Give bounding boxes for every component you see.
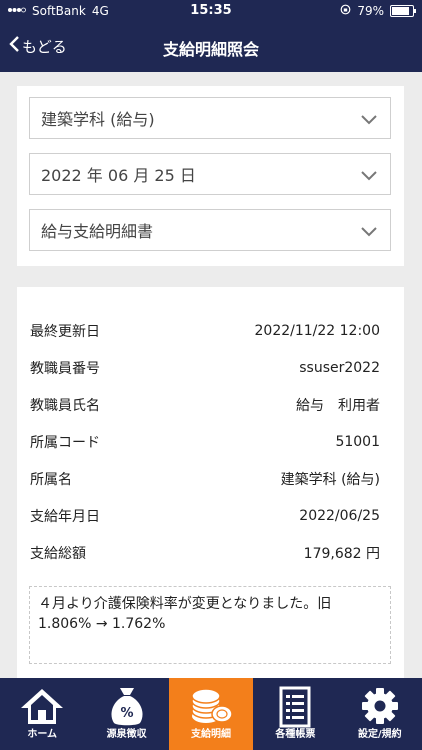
tab-bar: ホーム % 源泉徴収 支給明細 各種帳票 設定/規約 (0, 678, 422, 750)
detail-row: 教職員氏名 給与 利用者 (30, 393, 380, 417)
rotation-lock-icon (340, 4, 351, 18)
detail-label: 最終更新日 (30, 324, 100, 340)
date-select[interactable]: 2022 年 06 月 25 日 (29, 153, 391, 195)
detail-row: 所属名 建築学科 (給与) (30, 467, 380, 491)
department-value: 建築学科 (給与) (41, 110, 155, 129)
tab-label: 各種帳票 (275, 729, 316, 740)
detail-value: 2022/11/22 12:00 (254, 323, 381, 339)
chevron-down-icon (360, 223, 378, 242)
coins-icon (169, 686, 253, 726)
detail-value: 179,682 円 (303, 546, 380, 562)
money-bag-icon: % (84, 686, 168, 728)
detail-value: ssuser2022 (299, 360, 380, 376)
detail-row: 最終更新日 2022/11/22 12:00 (30, 319, 380, 343)
home-icon (0, 686, 84, 726)
detail-label: 所属コード (30, 435, 100, 451)
tab-label: 支給明細 (191, 729, 232, 740)
department-select[interactable]: 建築学科 (給与) (29, 97, 391, 139)
detail-value: 給与 利用者 (296, 398, 380, 414)
document-select[interactable]: 給与支給明細書 (29, 209, 391, 251)
details-card: 最終更新日 2022/11/22 12:00 教職員番号 ssuser2022 … (17, 287, 404, 687)
gear-icon (338, 686, 422, 726)
tab-payslip[interactable]: 支給明細 (168, 678, 254, 750)
detail-row: 支給年月日 2022/06/25 (30, 504, 380, 528)
tab-label: ホーム (27, 729, 58, 740)
battery-icon (390, 5, 416, 17)
detail-value: 建築学科 (給与) (280, 472, 380, 488)
status-right: 79% (340, 4, 416, 18)
detail-value: 51001 (335, 434, 380, 450)
detail-label: 教職員氏名 (30, 398, 100, 414)
detail-label: 支給年月日 (30, 509, 100, 525)
detail-row: 所属コード 51001 (30, 430, 380, 454)
detail-label: 所属名 (30, 472, 72, 488)
document-value: 給与支給明細書 (41, 222, 154, 241)
detail-label: 支給総額 (30, 546, 86, 562)
tab-settings[interactable]: 設定/規約 (338, 678, 422, 750)
tab-forms[interactable]: 各種帳票 (253, 678, 337, 750)
detail-value: 2022/06/25 (299, 508, 380, 524)
chevron-down-icon (360, 111, 378, 130)
document-list-icon (253, 686, 337, 728)
detail-label: 教職員番号 (30, 361, 100, 377)
date-value: 2022 年 06 月 25 日 (41, 166, 196, 185)
notice-box: ４月より介護保険料率が変更となりました。旧 1.806% → 1.762% (29, 586, 391, 664)
tab-label: 源泉徴収 (106, 729, 147, 740)
filter-card: 建築学科 (給与) 2022 年 06 月 25 日 給与支給明細書 (17, 86, 404, 266)
chevron-down-icon (360, 167, 378, 186)
nav-bar: もどる 支給明細照会 (0, 22, 422, 72)
detail-row: 支給総額 179,682 円 (30, 541, 380, 565)
tab-home[interactable]: ホーム (0, 678, 84, 750)
tab-label: 設定/規約 (358, 729, 402, 740)
detail-row: 教職員番号 ssuser2022 (30, 356, 380, 380)
svg-text:%: % (120, 706, 133, 721)
status-bar: SoftBank 4G 15:35 79% (0, 0, 422, 22)
battery-percent: 79% (357, 4, 384, 18)
page-title: 支給明細照会 (162, 40, 259, 59)
tab-withholding[interactable]: % 源泉徴収 (84, 678, 168, 750)
